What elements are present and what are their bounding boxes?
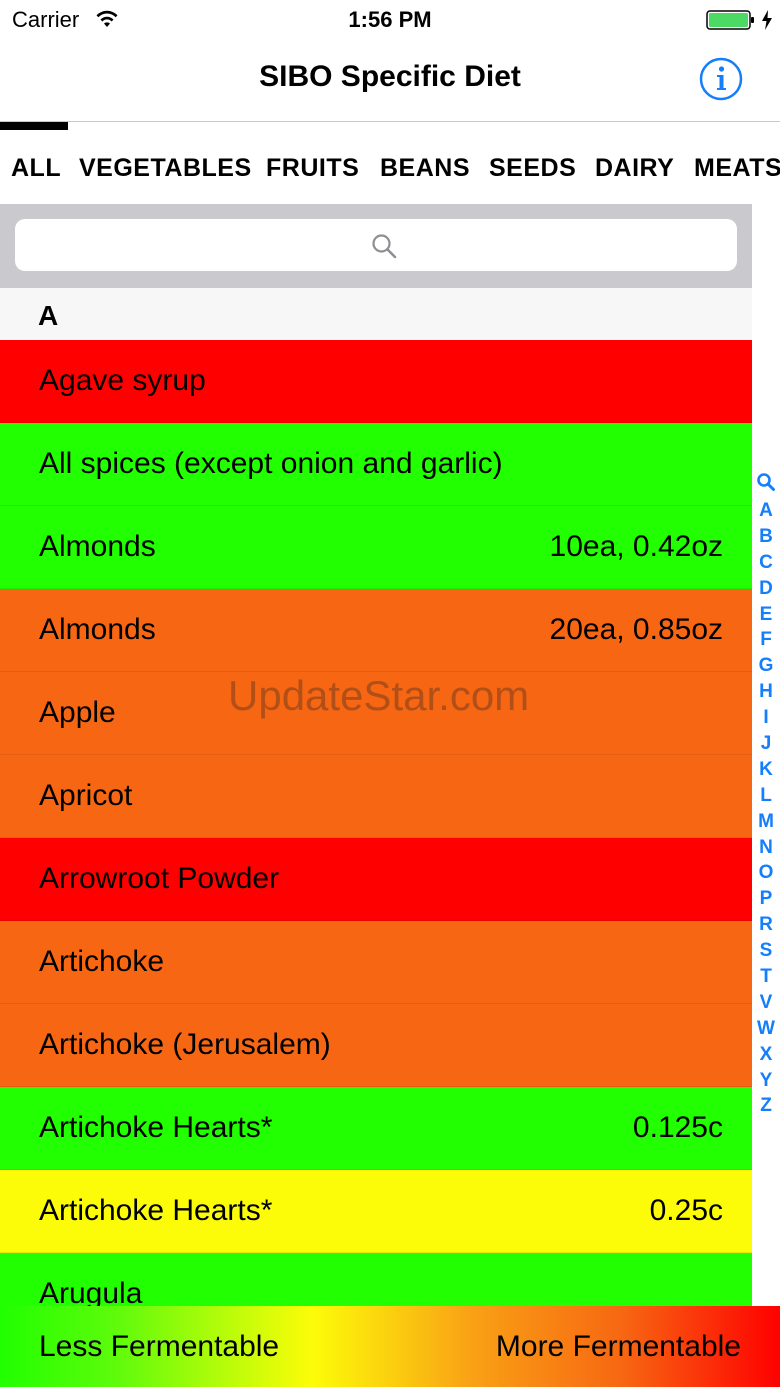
index-letter[interactable]: A — [752, 498, 780, 524]
legend-more-label: More Fermentable — [495, 1330, 741, 1363]
food-amount: 20ea, 0.85oz — [549, 613, 723, 646]
tab-seeds[interactable]: SEEDS — [489, 154, 576, 183]
food-name: Apple — [39, 696, 116, 729]
food-row[interactable]: Artichoke Hearts* 0.25c — [0, 1170, 752, 1253]
section-header: A — [0, 288, 752, 340]
food-name: Arrowroot Powder — [39, 862, 280, 895]
index-search-icon[interactable] — [756, 472, 776, 492]
search-input[interactable] — [15, 219, 737, 271]
food-amount: 10ea, 0.42oz — [549, 530, 723, 563]
food-amount: 0.125c — [632, 1111, 723, 1144]
tab-vegetables[interactable]: VEGETABLES — [79, 154, 252, 183]
food-name: Agave syrup — [39, 364, 206, 397]
index-letter[interactable]: T — [752, 964, 780, 990]
food-row[interactable]: Artichoke — [0, 921, 752, 1004]
index-letter[interactable]: R — [752, 912, 780, 938]
charging-bolt-icon — [762, 10, 772, 30]
section-letter: A — [38, 300, 59, 331]
index-letter[interactable]: P — [752, 886, 780, 912]
tab-beans[interactable]: BEANS — [380, 154, 470, 183]
index-letter[interactable]: B — [752, 524, 780, 550]
info-circle-icon[interactable] — [698, 56, 744, 102]
index-letter[interactable]: O — [752, 860, 780, 886]
food-row[interactable]: Arugula — [0, 1253, 752, 1306]
food-name: Artichoke (Jerusalem) — [39, 1028, 331, 1061]
index-letter[interactable]: I — [752, 705, 780, 731]
food-amount: 0.25c — [649, 1194, 723, 1227]
search-area — [0, 204, 752, 288]
index-letter[interactable]: Z — [752, 1093, 780, 1119]
index-letter[interactable]: X — [752, 1042, 780, 1068]
food-row[interactable]: All spices (except onion and garlic) — [0, 423, 752, 506]
food-name: Apricot — [39, 779, 133, 812]
index-letter[interactable]: G — [752, 653, 780, 679]
food-name: Artichoke Hearts* — [39, 1194, 273, 1227]
index-letter[interactable]: M — [752, 809, 780, 835]
search-icon — [372, 234, 397, 259]
category-tabs: ALL VEGETABLES FRUITS BEANS SEEDS DAIRY … — [0, 122, 780, 204]
index-letter[interactable]: J — [752, 731, 780, 757]
food-row[interactable]: Agave syrup — [0, 340, 752, 423]
food-row[interactable]: Arrowroot Powder — [0, 838, 752, 921]
index-letter[interactable]: H — [752, 679, 780, 705]
navigation-bar: SIBO Specific Diet — [0, 40, 780, 122]
index-letter[interactable]: S — [752, 938, 780, 964]
food-name: Almonds — [39, 530, 156, 563]
watermark: UpdateStar.com — [228, 672, 530, 719]
index-letter[interactable]: C — [752, 550, 780, 576]
legend-less-label: Less Fermentable — [39, 1330, 280, 1363]
fermentability-legend: Less Fermentable More Fermentable — [0, 1306, 780, 1387]
tab-meats[interactable]: MEATS — [694, 154, 780, 183]
tab-all[interactable]: ALL — [11, 154, 61, 183]
tab-fruits[interactable]: FRUITS — [266, 154, 359, 183]
food-name: Arugula — [39, 1277, 143, 1306]
index-letter[interactable]: E — [752, 602, 780, 628]
alphabet-index[interactable]: ABCDEFGHIJKLMNOPRSTVWXYZ — [752, 340, 780, 1306]
selected-tab-indicator — [0, 122, 68, 130]
food-row[interactable]: Artichoke Hearts* 0.125c — [0, 1087, 752, 1170]
index-letter[interactable]: N — [752, 835, 780, 861]
index-letter[interactable]: W — [752, 1016, 780, 1042]
food-list: Agave syrup All spices (except onion and … — [0, 340, 752, 1306]
food-row[interactable]: Almonds 20ea, 0.85oz — [0, 589, 752, 672]
food-row[interactable]: Artichoke (Jerusalem) — [0, 1004, 752, 1087]
food-name: Almonds — [39, 613, 156, 646]
index-letter[interactable]: D — [752, 576, 780, 602]
food-name: All spices (except onion and garlic) — [39, 447, 503, 480]
index-letter[interactable]: V — [752, 990, 780, 1016]
food-name: Artichoke — [39, 945, 165, 978]
food-name: Artichoke Hearts* — [39, 1111, 273, 1144]
index-letter[interactable]: F — [752, 627, 780, 653]
index-letter[interactable]: L — [752, 783, 780, 809]
status-time: 1:56 PM — [348, 7, 432, 32]
food-row[interactable]: Almonds 10ea, 0.42oz — [0, 506, 752, 589]
battery-icon — [706, 10, 754, 30]
page-title: SIBO Specific Diet — [259, 60, 521, 93]
index-letter[interactable]: Y — [752, 1068, 780, 1094]
index-letter[interactable]: K — [752, 757, 780, 783]
status-bar: Carrier 1:56 PM — [0, 0, 780, 40]
index-letter-list: ABCDEFGHIJKLMNOPRSTVWXYZ — [752, 498, 780, 1119]
food-row[interactable]: Apricot — [0, 755, 752, 838]
tab-dairy[interactable]: DAIRY — [595, 154, 674, 183]
